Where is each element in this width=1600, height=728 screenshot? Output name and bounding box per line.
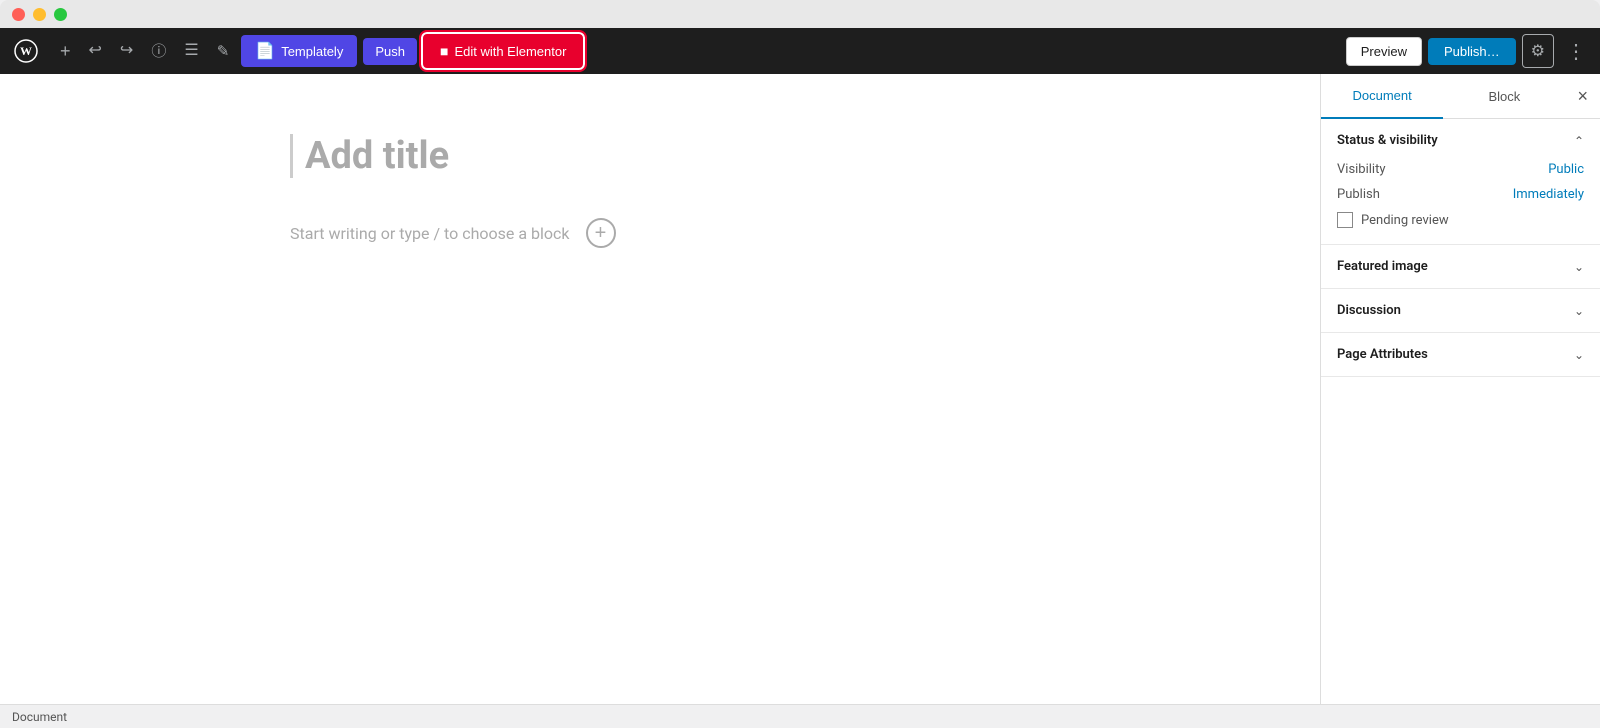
wp-logo[interactable]: W (8, 33, 44, 69)
window-chrome (0, 0, 1600, 28)
plus-icon: + (595, 222, 607, 245)
featured-image-header[interactable]: Featured image ⌄ (1321, 245, 1600, 288)
more-options-button[interactable]: ⋮ (1560, 35, 1592, 68)
page-attributes-section: Page Attributes ⌄ (1321, 333, 1600, 377)
add-block-toolbar-button[interactable]: + (54, 36, 77, 66)
pending-review-label: Pending review (1361, 213, 1449, 228)
publish-row: Publish Immediately (1337, 187, 1584, 202)
featured-image-title: Featured image (1337, 259, 1428, 274)
add-block-inline-button[interactable]: + (586, 218, 616, 248)
discussion-section: Discussion ⌄ (1321, 289, 1600, 333)
page-attributes-header[interactable]: Page Attributes ⌄ (1321, 333, 1600, 376)
list-view-button[interactable]: ☰ (178, 37, 204, 65)
tab-document[interactable]: Document (1321, 74, 1443, 119)
visibility-label: Visibility (1337, 162, 1386, 177)
page-attributes-chevron-icon: ⌄ (1574, 348, 1584, 362)
editor-area: Add title Start writing or type / to cho… (0, 74, 1320, 704)
push-button[interactable]: Push (363, 38, 417, 65)
templately-icon: 📄 (255, 41, 275, 61)
info-button[interactable]: ⓘ (145, 38, 172, 65)
status-chevron-icon: ⌃ (1574, 134, 1584, 148)
featured-image-section: Featured image ⌄ (1321, 245, 1600, 289)
traffic-light-close[interactable] (12, 8, 25, 21)
discussion-header[interactable]: Discussion ⌄ (1321, 289, 1600, 332)
main-toolbar: W + ↩ ↪ ⓘ ☰ ✎ 📄 Templately Push ■ Edit w… (0, 28, 1600, 74)
pending-review-row: Pending review (1337, 212, 1584, 228)
featured-image-chevron-icon: ⌄ (1574, 260, 1584, 274)
traffic-light-fullscreen[interactable] (54, 8, 67, 21)
elementor-icon: ■ (440, 43, 448, 59)
publish-button[interactable]: Publish… (1428, 38, 1516, 65)
publish-value[interactable]: Immediately (1513, 187, 1584, 202)
templately-button[interactable]: 📄 Templately (241, 35, 357, 67)
visibility-row: Visibility Public (1337, 162, 1584, 177)
sidebar-body: Status & visibility ⌃ Visibility Public … (1321, 119, 1600, 704)
edit-button[interactable]: ✎ (211, 38, 236, 65)
editor-content: Add title Start writing or type / to cho… (290, 134, 1030, 248)
edit-with-elementor-button[interactable]: ■ Edit with Elementor (423, 34, 583, 68)
page-attributes-title: Page Attributes (1337, 347, 1428, 362)
right-sidebar: Document Block × Status & visibility ⌃ V… (1320, 74, 1600, 704)
redo-button[interactable]: ↪ (114, 37, 139, 65)
discussion-title: Discussion (1337, 303, 1401, 318)
title-input[interactable]: Add title (290, 134, 1030, 178)
preview-button[interactable]: Preview (1346, 37, 1422, 66)
pending-review-checkbox[interactable] (1337, 212, 1353, 228)
status-bar: Document (0, 704, 1600, 728)
svg-text:W: W (20, 44, 32, 58)
traffic-light-minimize[interactable] (33, 8, 46, 21)
status-visibility-content: Visibility Public Publish Immediately Pe… (1321, 162, 1600, 244)
status-visibility-title: Status & visibility (1337, 133, 1438, 148)
status-bar-text: Document (12, 710, 67, 724)
tab-block[interactable]: Block (1443, 74, 1565, 118)
main-layout: Add title Start writing or type / to cho… (0, 74, 1600, 704)
sidebar-close-button[interactable]: × (1566, 74, 1600, 118)
publish-label: Publish (1337, 187, 1380, 202)
block-placeholder-area: Start writing or type / to choose a bloc… (290, 218, 1030, 248)
undo-button[interactable]: ↩ (83, 37, 108, 65)
discussion-chevron-icon: ⌄ (1574, 304, 1584, 318)
settings-button[interactable]: ⚙ (1522, 34, 1554, 68)
visibility-value[interactable]: Public (1548, 162, 1584, 177)
status-visibility-header[interactable]: Status & visibility ⌃ (1321, 119, 1600, 162)
placeholder-text: Start writing or type / to choose a bloc… (290, 224, 570, 243)
sidebar-tabs: Document Block × (1321, 74, 1600, 119)
status-visibility-section: Status & visibility ⌃ Visibility Public … (1321, 119, 1600, 245)
